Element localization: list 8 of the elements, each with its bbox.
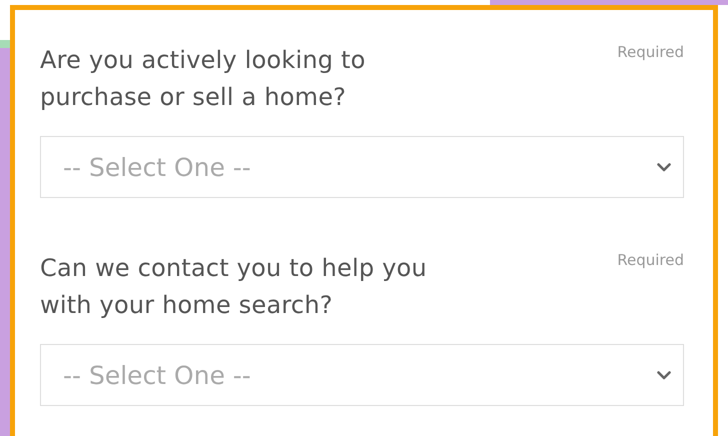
chevron-down-icon <box>657 370 671 380</box>
select-dropdown[interactable]: -- Select One -- <box>40 344 684 406</box>
question-label: Are you actively looking to purchase or sell a home? <box>40 45 366 113</box>
question-label: Can we contact you to help you with your home search? <box>40 253 428 321</box>
required-label: Required <box>617 251 684 269</box>
required-label: Required <box>617 43 684 61</box>
select-dropdown[interactable]: -- Select One -- <box>40 136 684 198</box>
chevron-down-icon <box>657 162 671 172</box>
